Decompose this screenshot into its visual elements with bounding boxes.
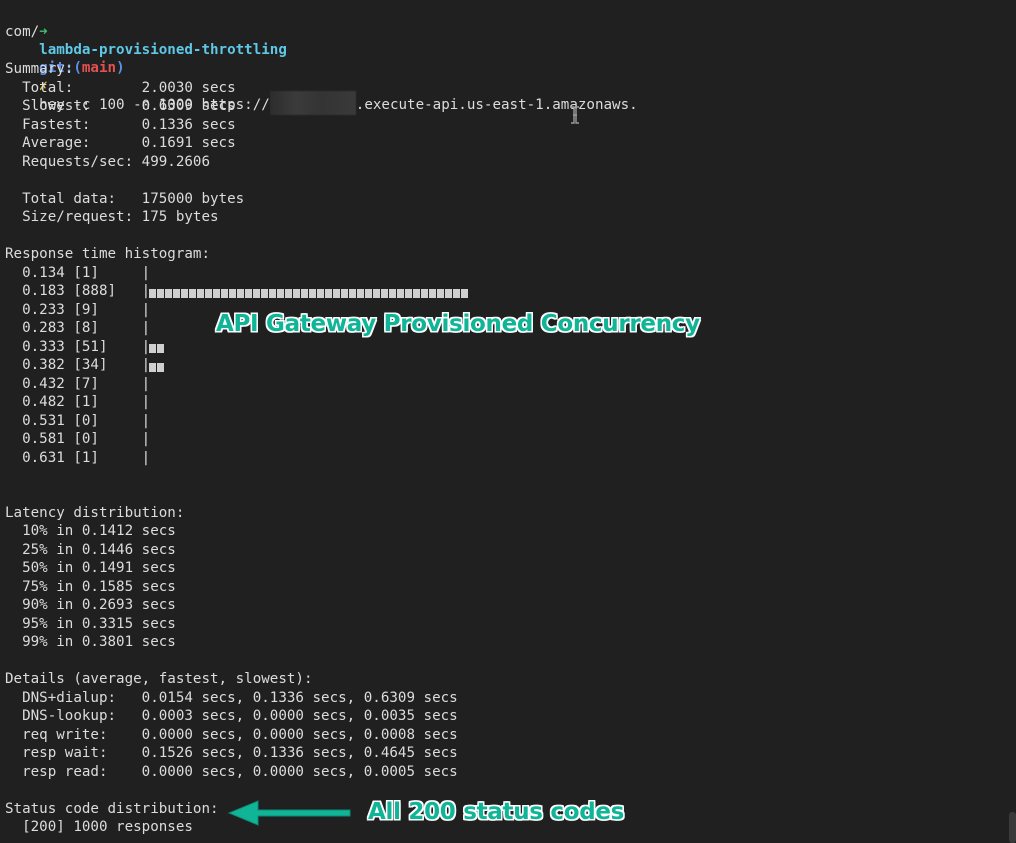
annotation-all-200-status: All 200 status codes [368,799,625,825]
histogram-heading: Response time histogram: [5,246,210,262]
terminal-window[interactable]: ➜ lambda-provisioned-throttling git:(mai… [0,0,1016,843]
histogram-row: 0.581 [0] | [5,431,151,447]
latency-p50: 50% in 0.1491 secs [5,560,176,576]
details-resp-read: resp read: 0.0000 secs, 0.0000 secs, 0.0… [5,763,458,780]
histogram-bar [149,288,468,298]
details-resp-wait: resp wait: 0.1526 secs, 0.1336 secs, 0.4… [5,745,458,761]
histogram-row: 0.333 [51] | [5,338,151,355]
details-dns-dialup: DNS+dialup: 0.0154 secs, 0.1336 secs, 0.… [5,689,458,706]
histogram-bar [149,362,164,372]
histogram-bar [149,344,164,353]
scrollbar-thumb[interactable] [1009,812,1016,843]
git-suffix: ) [116,60,125,76]
histogram-row: 0.382 [34] | [5,357,151,373]
details-req-write: req write: 0.0000 secs, 0.0000 secs, 0.0… [5,726,458,743]
summary-requests-per-sec: Requests/sec: 499.2606 [5,153,210,170]
command-line-wrapped: com/ [5,24,40,40]
summary-fastest: Fastest: 0.1336 secs [5,116,236,133]
git-branch: main [81,60,117,76]
arrow-left-icon [227,800,351,826]
prompt-arrow-icon: ➜ [39,24,48,40]
latency-p95: 95% in 0.3315 secs [5,615,176,632]
annotation-provisioned-concurrency: API Gateway Provisioned Concurrency [216,311,700,337]
latency-p25: 25% in 0.1446 secs [5,541,176,558]
histogram-row: 0.233 [9] | [5,301,151,318]
histogram-row: 0.183 [888] | [5,283,151,299]
summary-total: Total: 2.0030 secs [5,79,236,96]
summary-slowest: Slowest: 0.6309 secs [5,98,236,114]
status-heading: Status code distribution: [5,800,219,817]
redacted-host [269,91,356,115]
latency-heading: Latency distribution: [5,504,185,521]
command-text-rest: .execute-api.us-east-1.amazonaws. [355,97,638,113]
histogram-row: 0.134 [1] | [5,264,151,281]
command-line: ➜ lambda-provisioned-throttling git:(mai… [5,5,638,115]
histogram-row: 0.631 [1] | [5,449,151,466]
latency-p75: 75% in 0.1585 secs [5,578,176,595]
details-heading: Details (average, fastest, slowest): [5,671,313,687]
summary-size-per-request: Size/request: 175 bytes [5,209,219,225]
summary-heading: Summary: [5,61,74,77]
histogram-row: 0.283 [8] | [5,320,151,336]
details-dns-lookup: DNS-lookup: 0.0003 secs, 0.0000 secs, 0.… [5,708,458,724]
status-200-line: [200] 1000 responses [5,819,193,835]
latency-p99: 99% in 0.3801 secs [5,634,176,650]
summary-total-data: Total data: 175000 bytes [5,190,245,207]
text-cursor-icon [571,106,579,124]
current-directory: lambda-provisioned-throttling [39,42,287,58]
latency-p90: 90% in 0.2693 secs [5,597,176,613]
histogram-row: 0.531 [0] | [5,412,151,429]
latency-p10: 10% in 0.1412 secs [5,523,176,539]
histogram-row: 0.432 [7] | [5,375,151,392]
summary-average: Average: 0.1691 secs [5,135,236,151]
histogram-row: 0.482 [1] | [5,394,151,410]
